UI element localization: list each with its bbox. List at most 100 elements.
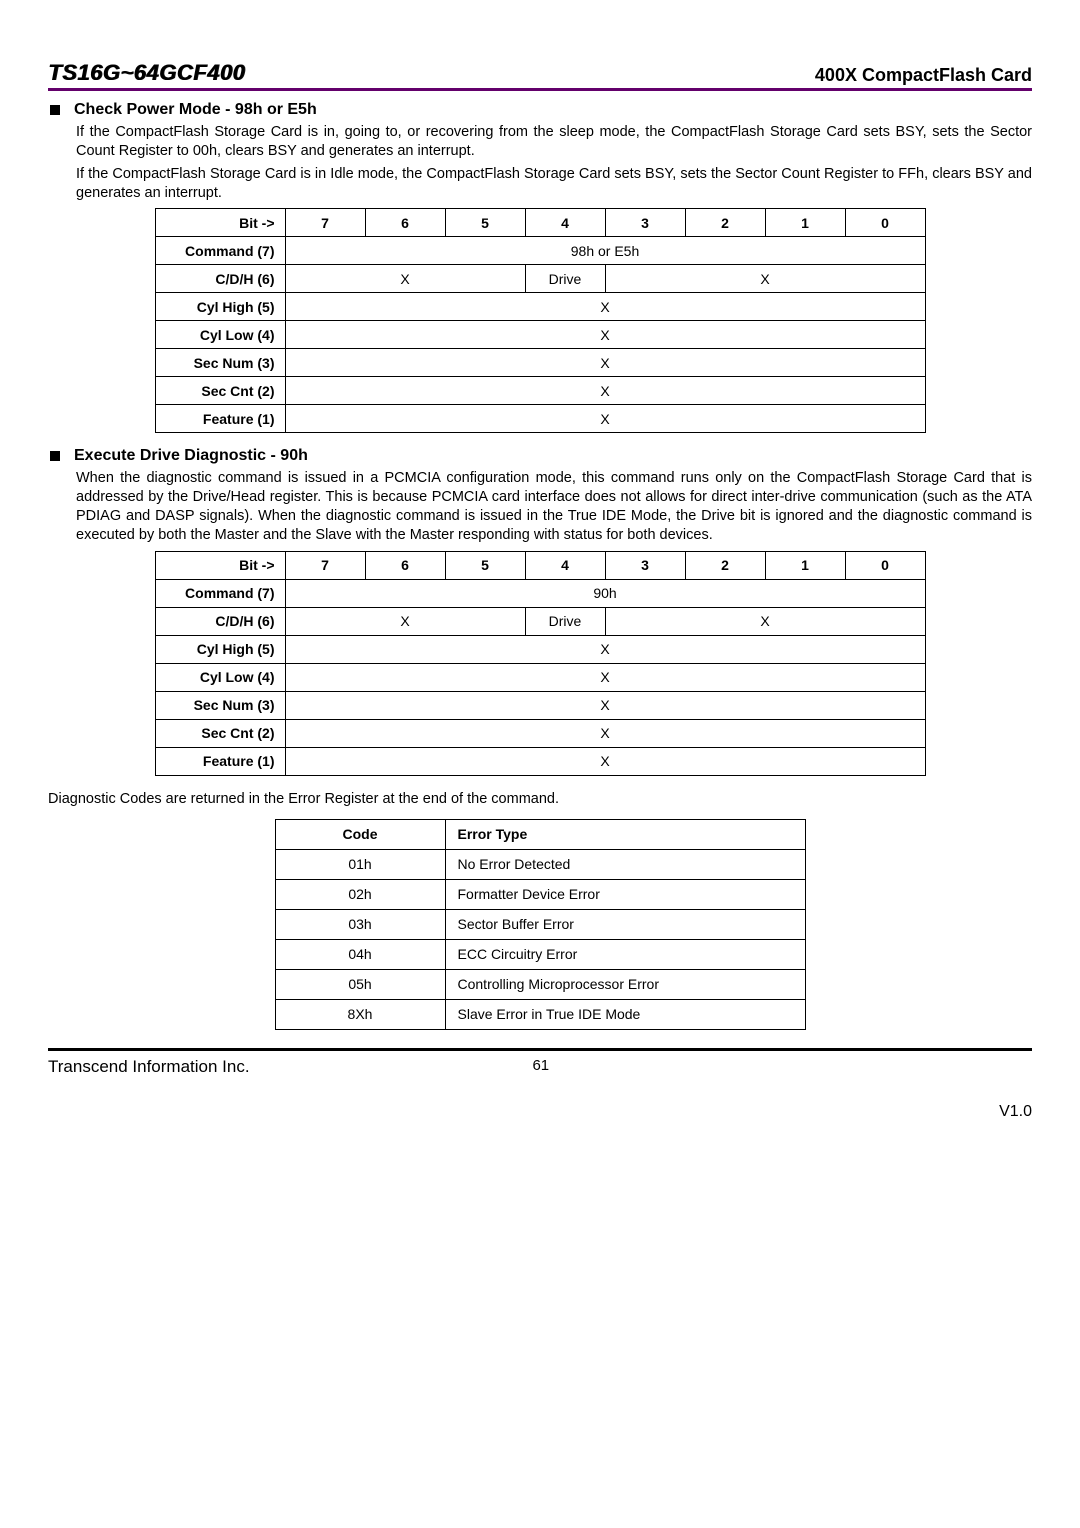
cell-x: X [285,293,925,321]
bit-col-0: 0 [845,209,925,237]
row-cyllow: Cyl Low (4) [155,321,285,349]
diag-code: 05h [275,969,445,999]
diag-code: 03h [275,909,445,939]
cell-cdh-drive: Drive [525,607,605,635]
row-cdh: C/D/H (6) [155,607,285,635]
section1-paragraph1: If the CompactFlash Storage Card is in, … [76,123,1032,161]
row-seccnt: Sec Cnt (2) [155,719,285,747]
bit-header-label: Bit -> [155,551,285,579]
bit-col-5: 5 [445,551,525,579]
table-row: Bit -> 7 6 5 4 3 2 1 0 [155,209,925,237]
product-name: 400X CompactFlash Card [815,65,1032,86]
cell-cdh-left: X [285,607,525,635]
row-command: Command (7) [155,237,285,265]
bit-col-4: 4 [525,209,605,237]
bit-col-3: 3 [605,551,685,579]
diag-error: ECC Circuitry Error [445,939,805,969]
cell-cdh-right: X [605,607,925,635]
section2-heading: Execute Drive Diagnostic - 90h [48,447,1032,465]
diag-header-error: Error Type [445,819,805,849]
bit-col-7: 7 [285,551,365,579]
row-feature: Feature (1) [155,747,285,775]
section1-title: Check Power Mode - 98h or E5h [74,101,317,119]
table-row: C/D/H (6) X Drive X [155,607,925,635]
bit-col-6: 6 [365,551,445,579]
table-row: Command (7) 98h or E5h [155,237,925,265]
diag-error: Sector Buffer Error [445,909,805,939]
table-row: Sec Cnt (2) X [155,719,925,747]
table-row: Sec Num (3) X [155,349,925,377]
diag-header-code: Code [275,819,445,849]
row-secnum: Sec Num (3) [155,691,285,719]
section1-paragraph2: If the CompactFlash Storage Card is in I… [76,165,1032,203]
register-table-execute-drive-diagnostic: Bit -> 7 6 5 4 3 2 1 0 Command (7) 90h C… [155,551,926,776]
diag-code: 04h [275,939,445,969]
table-row: Cyl Low (4) X [155,663,925,691]
bit-col-2: 2 [685,209,765,237]
bit-col-1: 1 [765,209,845,237]
table-row: Feature (1) X [155,747,925,775]
diag-error: No Error Detected [445,849,805,879]
row-feature: Feature (1) [155,405,285,433]
table-row: Code Error Type [275,819,805,849]
bit-col-0: 0 [845,551,925,579]
row-command: Command (7) [155,579,285,607]
diag-error: Slave Error in True IDE Mode [445,999,805,1029]
section1-heading: Check Power Mode - 98h or E5h [48,101,1032,119]
cell-command-value: 90h [285,579,925,607]
diag-error: Formatter Device Error [445,879,805,909]
cell-x: X [285,747,925,775]
cell-x: X [285,635,925,663]
table-row: 02h Formatter Device Error [275,879,805,909]
cell-cdh-left: X [285,265,525,293]
cell-x: X [285,663,925,691]
cell-x: X [285,719,925,747]
table-row: C/D/H (6) X Drive X [155,265,925,293]
table-row: 04h ECC Circuitry Error [275,939,805,969]
cell-command-value: 98h or E5h [285,237,925,265]
bit-col-5: 5 [445,209,525,237]
diagnostic-intro: Diagnostic Codes are returned in the Err… [48,790,1032,809]
bit-col-2: 2 [685,551,765,579]
table-row: Cyl Low (4) X [155,321,925,349]
row-cdh: C/D/H (6) [155,265,285,293]
table-row: 03h Sector Buffer Error [275,909,805,939]
table-row: 01h No Error Detected [275,849,805,879]
table-row: Command (7) 90h [155,579,925,607]
row-secnum: Sec Num (3) [155,349,285,377]
section2-title: Execute Drive Diagnostic - 90h [74,447,308,465]
diag-code: 02h [275,879,445,909]
register-table-check-power-mode: Bit -> 7 6 5 4 3 2 1 0 Command (7) 98h o… [155,208,926,433]
diag-error: Controlling Microprocessor Error [445,969,805,999]
cell-x: X [285,321,925,349]
table-row: Bit -> 7 6 5 4 3 2 1 0 [155,551,925,579]
section2-paragraph1: When the diagnostic command is issued in… [76,469,1032,544]
diag-code: 01h [275,849,445,879]
footer-version: V1.0 [48,1103,1032,1121]
bullet-square-icon [50,451,60,461]
bit-col-7: 7 [285,209,365,237]
bit-col-1: 1 [765,551,845,579]
cell-cdh-drive: Drive [525,265,605,293]
row-cylhigh: Cyl High (5) [155,293,285,321]
page-header: TS16G~64GCF400 400X CompactFlash Card [48,60,1032,91]
bit-col-6: 6 [365,209,445,237]
table-row: 05h Controlling Microprocessor Error [275,969,805,999]
cell-x: X [285,405,925,433]
table-row: Feature (1) X [155,405,925,433]
table-row: Sec Cnt (2) X [155,377,925,405]
cell-x: X [285,691,925,719]
bullet-square-icon [50,105,60,115]
footer-page-number: 61 [250,1057,832,1077]
cell-cdh-right: X [605,265,925,293]
table-row: Sec Num (3) X [155,691,925,719]
diag-code: 8Xh [275,999,445,1029]
footer-company: Transcend Information Inc. [48,1057,250,1077]
product-model: TS16G~64GCF400 [48,60,245,86]
diagnostic-codes-table: Code Error Type 01h No Error Detected 02… [275,819,806,1030]
bit-col-3: 3 [605,209,685,237]
row-cyllow: Cyl Low (4) [155,663,285,691]
cell-x: X [285,377,925,405]
row-cylhigh: Cyl High (5) [155,635,285,663]
table-row: Cyl High (5) X [155,293,925,321]
